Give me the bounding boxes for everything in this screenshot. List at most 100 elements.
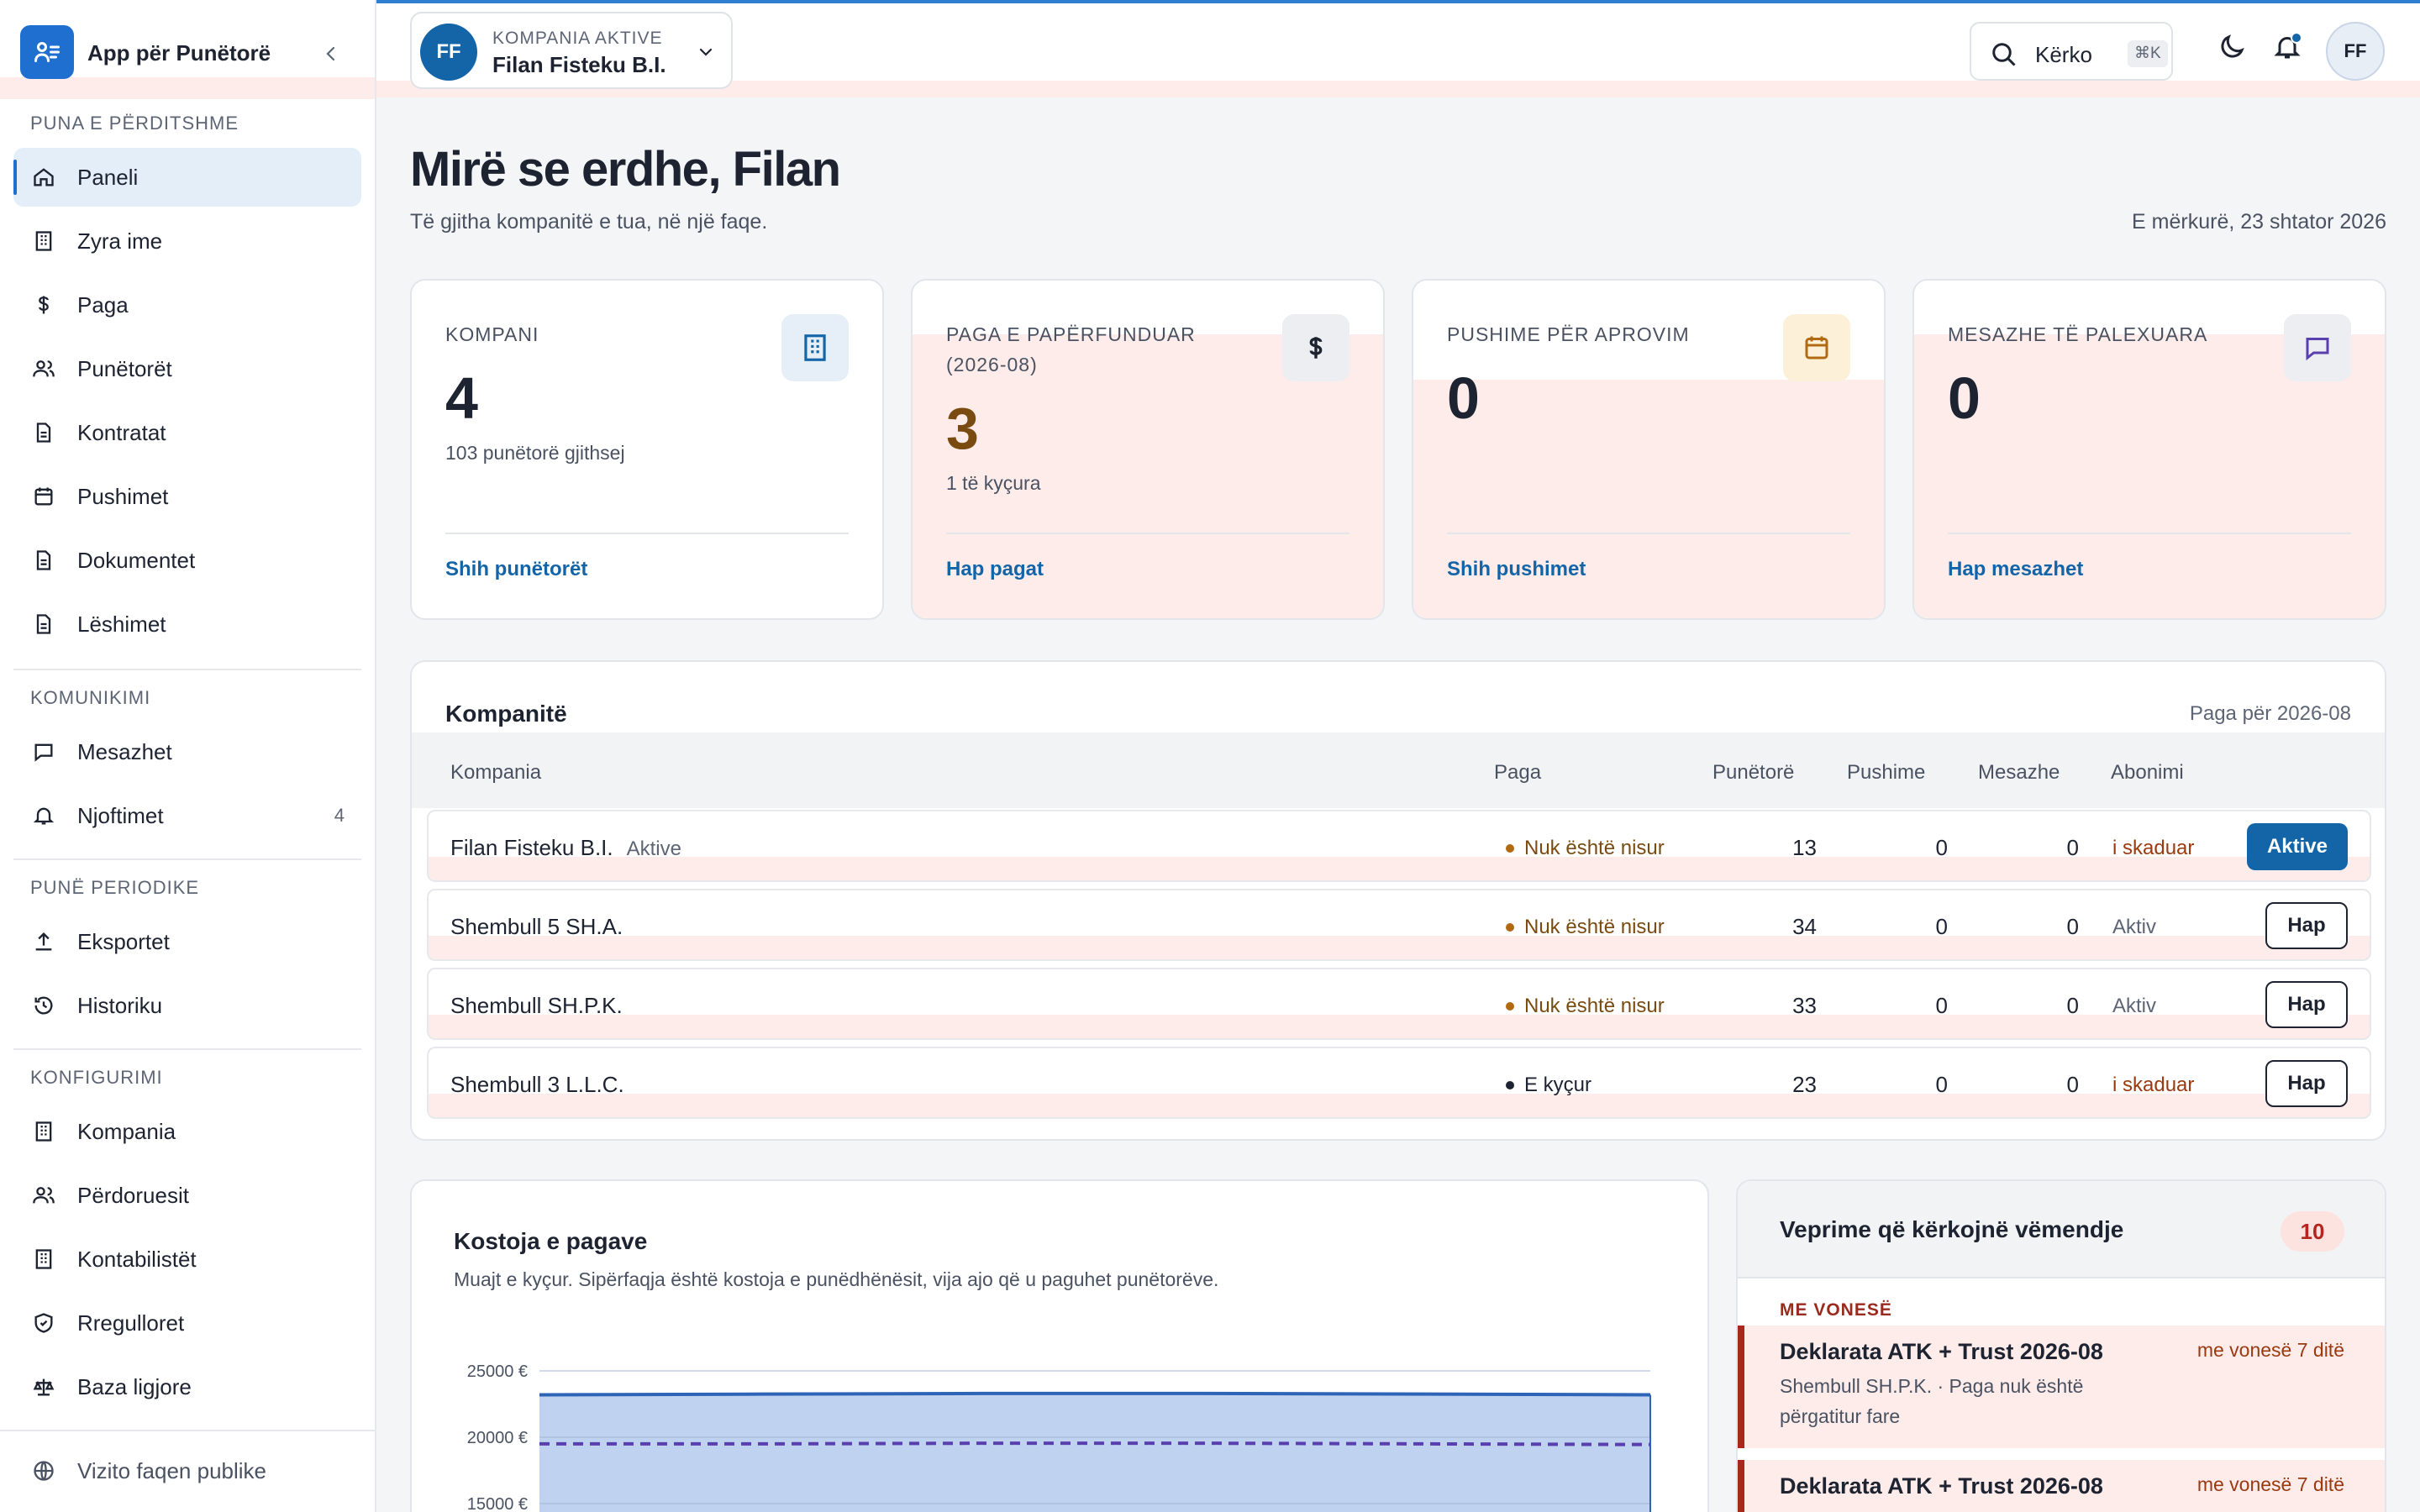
document-icon bbox=[30, 419, 57, 446]
sidebar-item-kontabilistet[interactable]: Kontabilistët bbox=[13, 1230, 361, 1289]
payroll-cost-chart: 25000 € 20000 € 15000 € bbox=[467, 1362, 1651, 1512]
divider bbox=[946, 533, 1349, 534]
building-icon bbox=[30, 1246, 57, 1273]
sidebar-item-eksportet[interactable]: Eksportet bbox=[13, 912, 361, 971]
y-tick-label: 25000 € bbox=[467, 1362, 528, 1381]
stat-value: 0 bbox=[1447, 365, 1480, 431]
sidebar-item-perdoruesit[interactable]: Përdoruesit bbox=[13, 1166, 361, 1225]
table-row[interactable]: Filan Fisteku B.I. Aktive Nuk është nisur… bbox=[427, 810, 2371, 882]
sidebar-item-label: Paga bbox=[77, 291, 129, 318]
y-tick-label: 20000 € bbox=[467, 1429, 528, 1447]
stat-card-leave-approval: Pushime për aprovim 0 Shih pushimet bbox=[1412, 279, 1886, 620]
action-title: Deklarata ATK + Trust 2026-08 bbox=[1780, 1473, 2103, 1499]
sidebar-item-label: Rregulloret bbox=[77, 1310, 185, 1336]
stat-card-companies: Kompani 4 103 punëtorë gjithsej Shih pun… bbox=[410, 279, 884, 620]
sidebar-item-kontratat[interactable]: Kontratat bbox=[13, 403, 361, 462]
building-icon bbox=[30, 1118, 57, 1145]
section-periodic-work: Punë periodike bbox=[30, 877, 200, 898]
leaves-count: 0 bbox=[1935, 993, 1948, 1018]
notifications-button[interactable] bbox=[2269, 30, 2306, 67]
view-leaves-link[interactable]: Shih pushimet bbox=[1447, 558, 1586, 581]
open-company-button[interactable]: Hap bbox=[2265, 1060, 2348, 1107]
building-icon bbox=[781, 314, 849, 381]
sidebar-item-pushimet[interactable]: Pushimet bbox=[13, 467, 361, 526]
payroll-status: Nuk është nisur bbox=[1506, 916, 1665, 939]
message-icon bbox=[30, 738, 57, 765]
column-header: Kompania bbox=[450, 761, 542, 784]
dollar-icon bbox=[30, 291, 57, 318]
stat-value: 0 bbox=[1948, 365, 1981, 431]
action-item[interactable]: Deklarata ATK + Trust 2026-08 me vonesë … bbox=[1738, 1460, 2385, 1512]
column-header: Punëtorë bbox=[1712, 761, 1795, 784]
sidebar-item-punetoret[interactable]: Punëtorët bbox=[13, 339, 361, 398]
topbar: FF Kompania aktive Filan Fisteku B.I. Kë… bbox=[376, 3, 2420, 97]
stat-label: Paga e papërfunduar (2026-08) bbox=[946, 323, 1196, 375]
dark-mode-toggle[interactable] bbox=[2213, 30, 2250, 67]
open-payrolls-link[interactable]: Hap pagat bbox=[946, 558, 1044, 581]
search-shortcut: ⌘K bbox=[2128, 40, 2168, 67]
sidebar-header: App për Punëtorë bbox=[0, 3, 375, 99]
sidebar-item-rregulloret[interactable]: Rregulloret bbox=[13, 1294, 361, 1352]
open-company-button[interactable]: Hap bbox=[2265, 902, 2348, 949]
users-icon bbox=[30, 1182, 57, 1209]
stat-label: Kompani bbox=[445, 323, 539, 345]
sidebar-item-label: Eksportet bbox=[77, 928, 170, 954]
open-messages-link[interactable]: Hap mesazhet bbox=[1948, 558, 2083, 581]
attention-actions-card: Veprime që kërkojnë vëmendje 10 Me vones… bbox=[1736, 1179, 2386, 1512]
sidebar-item-paga[interactable]: Paga bbox=[13, 276, 361, 334]
table-row[interactable]: Shembull 5 SH.A. Nuk është nisur 34 0 0 … bbox=[427, 889, 2371, 961]
sidebar-item-mesazhet[interactable]: Mesazhet bbox=[13, 722, 361, 781]
active-company-button[interactable]: Aktive bbox=[2247, 823, 2348, 870]
leaves-count: 0 bbox=[1935, 1072, 1948, 1097]
sidebar-item-dokumentet[interactable]: Dokumentet bbox=[13, 531, 361, 590]
search-button[interactable]: Kërko ⌘K bbox=[1970, 22, 2173, 81]
sidebar-item-leshimet[interactable]: Lëshimet bbox=[13, 595, 361, 654]
action-overdue-label: me vonesë 7 ditë bbox=[2196, 1339, 2344, 1361]
company-switcher[interactable]: FF Kompania aktive Filan Fisteku B.I. bbox=[410, 12, 733, 89]
sidebar-item-kompania[interactable]: Kompania bbox=[13, 1102, 361, 1161]
sidebar: App për Punëtorë Puna e përditshme Panel… bbox=[0, 0, 376, 1512]
action-item[interactable]: Deklarata ATK + Trust 2026-08 Shembull S… bbox=[1738, 1326, 2385, 1448]
sidebar-item-baza-ligjore[interactable]: Baza ligjore bbox=[13, 1357, 361, 1416]
section-communication: Komunikimi bbox=[30, 687, 151, 708]
column-header: Pushime bbox=[1847, 761, 1926, 784]
collapse-sidebar-icon[interactable] bbox=[316, 39, 346, 69]
view-workers-link[interactable]: Shih punëtorët bbox=[445, 558, 587, 581]
column-header: Abonimi bbox=[2111, 761, 2184, 784]
sidebar-item-label: Njoftimet bbox=[77, 802, 164, 828]
sidebar-item-njoftimet[interactable]: Njoftimet 4 bbox=[13, 786, 361, 845]
company-name: Filan Fisteku B.I. Aktive bbox=[450, 835, 681, 860]
stat-value: 3 bbox=[946, 396, 979, 461]
companies-table-title: Kompanitë bbox=[445, 701, 567, 727]
bell-icon bbox=[30, 802, 57, 829]
company-avatar: FF bbox=[420, 24, 477, 81]
open-company-button[interactable]: Hap bbox=[2265, 981, 2348, 1028]
visit-public-page-link[interactable]: Vizito faqen publike bbox=[13, 1441, 361, 1500]
stat-value: 4 bbox=[445, 365, 478, 431]
moon-icon bbox=[2217, 32, 2247, 66]
subscription-status: i skaduar bbox=[2112, 837, 2195, 859]
table-row[interactable]: Shembull SH.P.K. Nuk është nisur 33 0 0 … bbox=[427, 968, 2371, 1040]
calendar-icon bbox=[30, 483, 57, 510]
document-icon bbox=[30, 547, 57, 574]
sidebar-item-zyra-ime[interactable]: Zyra ime bbox=[13, 212, 361, 270]
sidebar-item-paneli[interactable]: Paneli bbox=[13, 148, 361, 207]
stat-card-unfinished-pay: Paga e papërfunduar (2026-08) 3 1 të kyç… bbox=[911, 279, 1385, 620]
table-row[interactable]: Shembull 3 L.L.C. E kyçur 23 0 0 i skadu… bbox=[427, 1047, 2371, 1119]
message-icon bbox=[2284, 314, 2351, 381]
subscription-status: Aktiv bbox=[2112, 916, 2157, 938]
employer-cost-line bbox=[539, 1391, 1651, 1397]
user-avatar[interactable]: FF bbox=[2326, 22, 2385, 81]
actions-header: Veprime që kërkojnë vëmendje 10 bbox=[1738, 1181, 2385, 1278]
payroll-status: E kyçur bbox=[1506, 1074, 1591, 1097]
header-band bbox=[0, 77, 375, 99]
chevron-down-icon bbox=[692, 39, 719, 66]
company-switcher-label: Kompania aktive bbox=[492, 29, 663, 48]
sidebar-item-historiku[interactable]: Historiku bbox=[13, 976, 361, 1035]
globe-icon bbox=[30, 1457, 57, 1484]
overdue-section-label: Me vonesë bbox=[1780, 1300, 1892, 1320]
history-icon bbox=[30, 992, 57, 1019]
sidebar-divider bbox=[0, 1430, 375, 1431]
search-icon bbox=[1988, 39, 2018, 73]
app-logo-icon[interactable] bbox=[20, 25, 74, 79]
